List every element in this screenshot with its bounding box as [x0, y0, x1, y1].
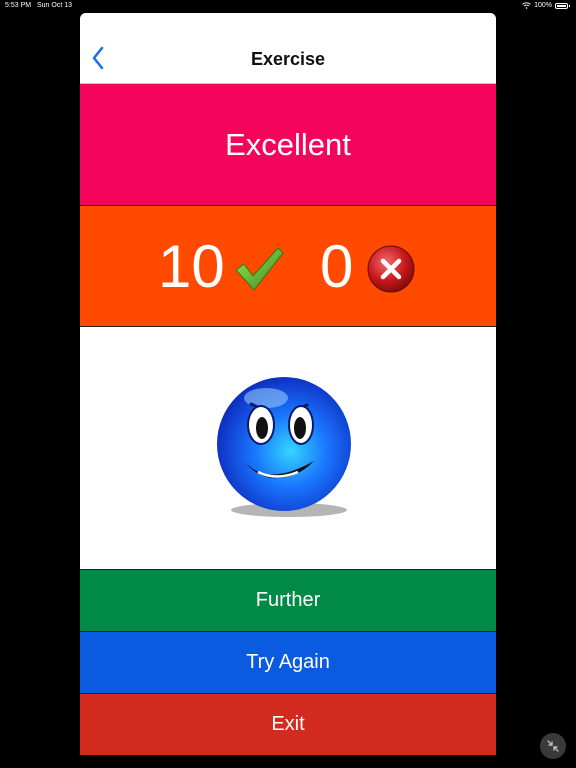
status-time: 5:53 PM — [5, 2, 32, 9]
exit-button[interactable]: Exit — [80, 693, 496, 755]
wrong-count: 0 — [320, 233, 354, 300]
score-row: 10 0 — [80, 206, 496, 327]
smiley-face-icon — [217, 377, 351, 517]
page-title: Exercise — [250, 49, 326, 69]
collapse-arrows-icon — [547, 740, 559, 752]
result-banner: Excellent — [80, 84, 496, 206]
x-circle-icon — [367, 245, 415, 293]
exercise-sheet: Exercise Excellent 10 0 Further Try Agai… — [80, 13, 496, 755]
try-again-button[interactable]: Try Again — [80, 631, 496, 693]
status-indicators: 100% — [522, 2, 570, 9]
further-button[interactable]: Further — [80, 569, 496, 631]
minimize-button[interactable] — [540, 733, 566, 759]
checkmark-icon — [235, 247, 284, 291]
correct-count: 10 — [158, 233, 225, 300]
result-face-area — [80, 327, 496, 569]
result-label: Excellent — [225, 126, 351, 162]
navigation-bar: Exercise — [80, 13, 496, 84]
status-date: Sun Oct 13 — [37, 2, 73, 9]
battery-icon — [555, 2, 570, 9]
battery-percent: 100% — [534, 2, 552, 9]
wifi-icon — [522, 2, 531, 9]
status-bar: 5:53 PM Sun Oct 13 100% — [0, 0, 576, 12]
